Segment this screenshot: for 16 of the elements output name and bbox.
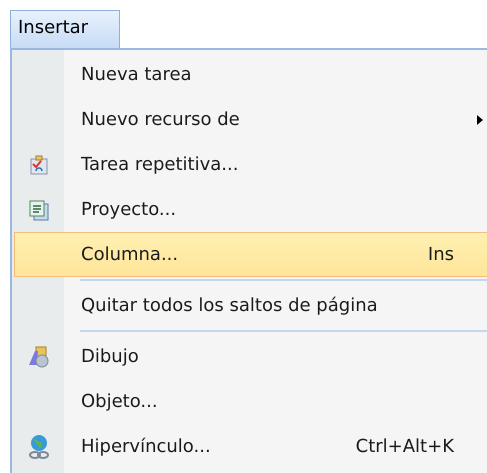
- menu-item[interactable]: Tarea repetitiva...: [14, 142, 487, 187]
- menu-item[interactable]: Dibujo: [14, 334, 487, 379]
- menu-item[interactable]: Proyecto...: [14, 187, 487, 232]
- menu-item[interactable]: Nueva tarea: [14, 52, 487, 97]
- menu-item[interactable]: Objeto...: [14, 379, 487, 424]
- shortcut-text: Ctrl+Alt+K: [356, 436, 454, 457]
- drawing-shapes-icon: [27, 344, 51, 368]
- shortcut-text: Ins: [428, 244, 454, 265]
- menu-item[interactable]: Columna... Ins: [14, 232, 487, 277]
- recurring-task-icon: [28, 154, 50, 176]
- menu-title-tab[interactable]: Insertar: [10, 10, 120, 48]
- menu-item[interactable]: Quitar todos los saltos de página: [14, 283, 487, 328]
- menu-item[interactable]: Nuevo recurso de: [14, 97, 487, 142]
- project-document-icon: [28, 198, 50, 220]
- hyperlink-globe-icon: [27, 434, 51, 460]
- menu-item[interactable]: Hipervínculo... Ctrl+Alt+K: [14, 424, 487, 469]
